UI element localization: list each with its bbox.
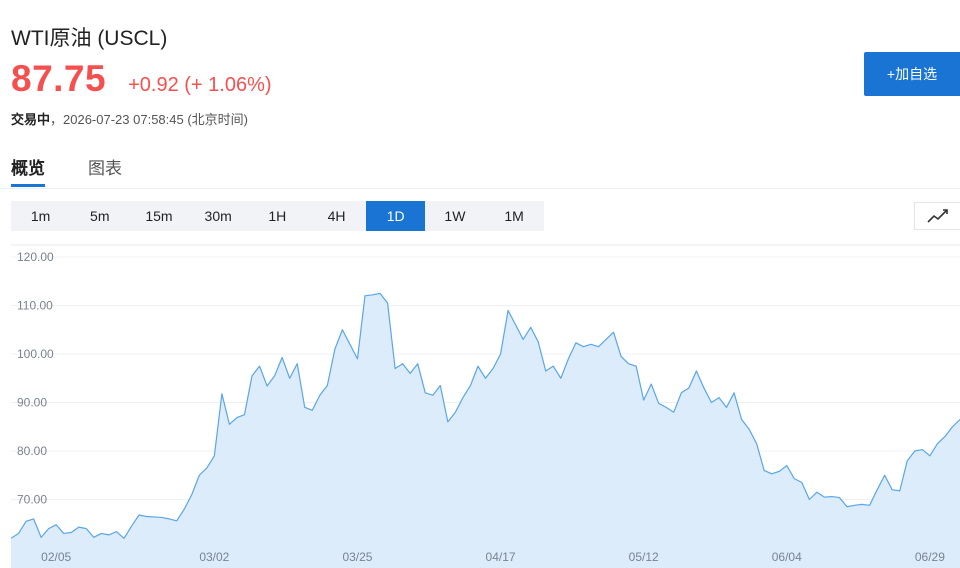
- line-chart-icon: [926, 209, 948, 223]
- x-tick-label: 06/04: [772, 550, 802, 564]
- range-1mo[interactable]: 1M: [485, 201, 544, 231]
- status-time: ，2026-07-23 07:58:45 (北京时间): [50, 112, 248, 127]
- range-1m[interactable]: 1m: [11, 201, 70, 231]
- y-tick-label: 100.00: [17, 347, 54, 361]
- status-label: 交易中: [11, 112, 51, 127]
- range-15m[interactable]: 15m: [129, 201, 188, 231]
- instrument-title: WTI原油 (USCL): [11, 27, 168, 50]
- chart-type-toggle[interactable]: [914, 202, 960, 230]
- x-tick-label: 03/25: [342, 550, 372, 564]
- price-change: +0.92 (+ 1.06%): [128, 74, 272, 96]
- range-4h[interactable]: 4H: [307, 201, 366, 231]
- range-1h[interactable]: 1H: [248, 201, 307, 231]
- range-30m[interactable]: 30m: [189, 201, 248, 231]
- range-5m[interactable]: 5m: [70, 201, 129, 231]
- x-tick-label: 06/29: [915, 550, 945, 564]
- trading-status: 交易中，2026-07-23 07:58:45 (北京时间): [11, 109, 248, 128]
- active-tab-indicator: [11, 184, 45, 187]
- y-tick-label: 90.00: [17, 396, 47, 410]
- x-tick-label: 04/17: [486, 550, 516, 564]
- x-tick-label: 05/12: [629, 550, 659, 564]
- price-row: 87.75 +0.92 (+ 1.06%): [11, 58, 272, 102]
- add-to-watchlist-button[interactable]: +加自选: [864, 52, 960, 96]
- y-tick-label: 120.00: [17, 250, 54, 264]
- last-price: 87.75: [11, 58, 107, 99]
- price-chart: 60.0070.0080.0090.00100.00110.00120.0002…: [11, 244, 960, 568]
- tab-chart[interactable]: 图表: [88, 154, 122, 179]
- price-area-fill: [11, 293, 960, 568]
- range-1d[interactable]: 1D: [366, 201, 426, 231]
- range-1w[interactable]: 1W: [425, 201, 484, 231]
- y-tick-label: 70.00: [17, 493, 47, 507]
- tab-overview[interactable]: 概览: [11, 154, 45, 179]
- y-tick-label: 80.00: [17, 444, 47, 458]
- x-tick-label: 03/02: [199, 550, 229, 564]
- x-tick-label: 02/05: [41, 550, 71, 564]
- tab-bar: 概览 图表: [0, 150, 960, 189]
- time-range-selector: 1m 5m 15m 30m 1H 4H 1D 1W 1M: [11, 201, 544, 231]
- price-chart-svg: 60.0070.0080.0090.00100.00110.00120.0002…: [11, 244, 960, 568]
- y-tick-label: 110.00: [17, 299, 53, 313]
